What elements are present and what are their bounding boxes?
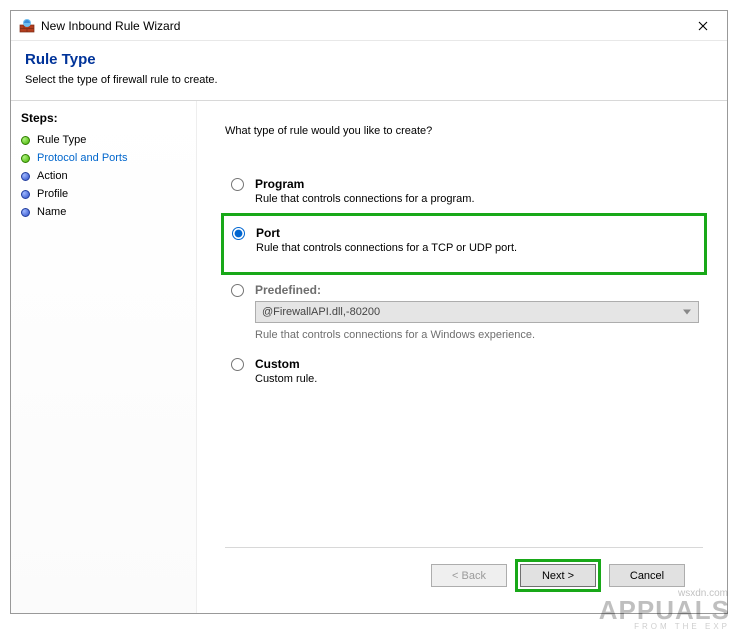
step-action[interactable]: Action	[21, 167, 186, 185]
step-protocol-and-ports[interactable]: Protocol and Ports	[21, 149, 186, 167]
option-label: Predefined:	[255, 283, 699, 297]
option-program[interactable]: Program Rule that controls connections f…	[225, 171, 703, 215]
option-port[interactable]: Port Rule that controls connections for …	[226, 220, 698, 264]
step-profile[interactable]: Profile	[21, 185, 186, 203]
highlight-selected-option: Port Rule that controls connections for …	[221, 213, 707, 275]
step-bullet-icon	[21, 172, 30, 181]
radio-port[interactable]	[232, 227, 245, 240]
next-button[interactable]: Next >	[520, 564, 596, 587]
option-desc: Rule that controls connections for a pro…	[255, 193, 699, 205]
page-subtitle: Select the type of firewall rule to crea…	[25, 74, 713, 86]
titlebar: New Inbound Rule Wizard	[11, 11, 727, 41]
option-predefined[interactable]: Predefined: Rule that controls connectio…	[225, 277, 703, 351]
step-bullet-icon	[21, 136, 30, 145]
content-prompt: What type of rule would you like to crea…	[225, 125, 703, 137]
option-custom[interactable]: Custom Custom rule.	[225, 351, 703, 395]
step-bullet-icon	[21, 190, 30, 199]
option-label: Port	[256, 226, 694, 240]
wizard-header: Rule Type Select the type of firewall ru…	[11, 41, 727, 101]
wizard-footer: < Back Next > Cancel	[225, 547, 703, 603]
step-label: Action	[37, 170, 68, 182]
step-rule-type[interactable]: Rule Type	[21, 131, 186, 149]
option-label: Custom	[255, 357, 699, 371]
firewall-icon	[19, 18, 35, 34]
steps-sidebar: Steps: Rule Type Protocol and Ports Acti…	[11, 101, 197, 613]
radio-program[interactable]	[231, 178, 244, 191]
steps-heading: Steps:	[21, 111, 186, 125]
wizard-body: Steps: Rule Type Protocol and Ports Acti…	[11, 101, 727, 613]
cancel-button[interactable]: Cancel	[609, 564, 685, 587]
close-button[interactable]	[681, 12, 725, 40]
step-label: Rule Type	[37, 134, 86, 146]
radio-predefined[interactable]	[231, 284, 244, 297]
step-label: Profile	[37, 188, 68, 200]
rule-type-options: Program Rule that controls connections f…	[225, 171, 703, 395]
option-desc: Rule that controls connections for a Win…	[255, 329, 699, 341]
step-name[interactable]: Name	[21, 203, 186, 221]
option-label: Program	[255, 177, 699, 191]
watermark-tagline: FROM THE EXP	[599, 623, 730, 631]
step-label: Name	[37, 206, 66, 218]
highlight-next-button: Next >	[515, 559, 601, 592]
option-desc: Custom rule.	[255, 373, 699, 385]
predefined-select-wrap	[255, 297, 699, 327]
wizard-window: New Inbound Rule Wizard Rule Type Select…	[10, 10, 728, 614]
option-desc: Rule that controls connections for a TCP…	[256, 242, 694, 254]
step-bullet-icon	[21, 208, 30, 217]
wizard-content: What type of rule would you like to crea…	[197, 101, 727, 613]
step-bullet-icon	[21, 154, 30, 163]
page-title: Rule Type	[25, 51, 713, 68]
predefined-select[interactable]	[255, 301, 699, 323]
window-title: New Inbound Rule Wizard	[41, 19, 681, 33]
back-button[interactable]: < Back	[431, 564, 507, 587]
step-label: Protocol and Ports	[37, 152, 128, 164]
radio-custom[interactable]	[231, 358, 244, 371]
